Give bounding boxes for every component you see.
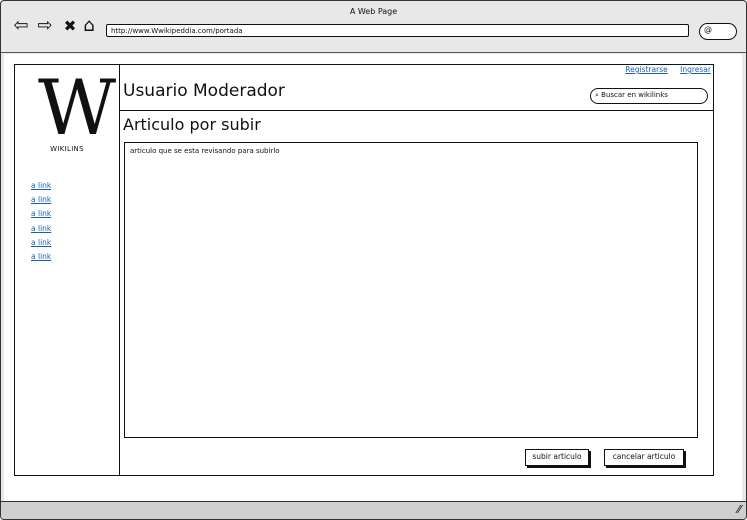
window-title: A Web Page	[349, 7, 398, 16]
sidebar-link[interactable]: a link	[31, 222, 51, 236]
sidebar-link[interactable]: a link	[31, 236, 51, 250]
submit-article-button[interactable]: subir articulo	[525, 449, 589, 466]
article-heading: Articulo por subir	[123, 115, 261, 134]
site-name: WIKILINS	[50, 145, 84, 153]
resize-grip-icon[interactable]: ⁄⁄	[737, 503, 741, 516]
register-link[interactable]: Registrarse	[625, 65, 667, 74]
wiki-search-input[interactable]: ⌕ Buscar en wikilinks	[590, 88, 708, 104]
sidebar-link[interactable]: a link	[31, 207, 51, 221]
sidebar-divider	[119, 65, 120, 475]
sidebar-link[interactable]: a link	[31, 250, 51, 264]
browser-window: A Web Page ⇦ ⇨ ✖ ⌂ http://www.Wwikipeddi…	[0, 0, 747, 520]
sidebar-link[interactable]: a link	[31, 179, 51, 193]
site-logo[interactable]: W	[31, 70, 117, 146]
browser-search-button[interactable]: @	[699, 23, 737, 40]
header-divider	[119, 110, 713, 111]
status-bar: ⁄⁄	[1, 501, 746, 519]
article-editor[interactable]: articulo que se esta revisando para subi…	[124, 142, 698, 438]
search-placeholder: Buscar en wikilinks	[601, 91, 668, 99]
sidebar-link[interactable]: a link	[31, 193, 51, 207]
back-icon[interactable]: ⇦	[11, 16, 31, 36]
search-icon: @	[704, 25, 712, 34]
home-icon[interactable]: ⌂	[79, 16, 99, 36]
address-bar[interactable]: http://www.Wwikipeddia.com/portada	[106, 24, 689, 37]
toolbar-divider	[1, 52, 746, 53]
cancel-article-button[interactable]: cancelar articulo	[604, 449, 684, 466]
page-viewport: W WIKILINS a link a link a link a link a…	[4, 54, 742, 501]
search-icon: ⌕	[595, 91, 599, 99]
page-frame: W WIKILINS a link a link a link a link a…	[14, 64, 714, 476]
stop-icon[interactable]: ✖	[60, 16, 80, 36]
login-link[interactable]: Ingresar	[680, 65, 711, 74]
sidebar-links: a link a link a link a link a link a lin…	[31, 179, 51, 264]
page-title: Usuario Moderador	[123, 81, 285, 101]
account-links: Registrarse Ingresar	[615, 65, 711, 74]
forward-icon[interactable]: ⇨	[35, 16, 55, 36]
